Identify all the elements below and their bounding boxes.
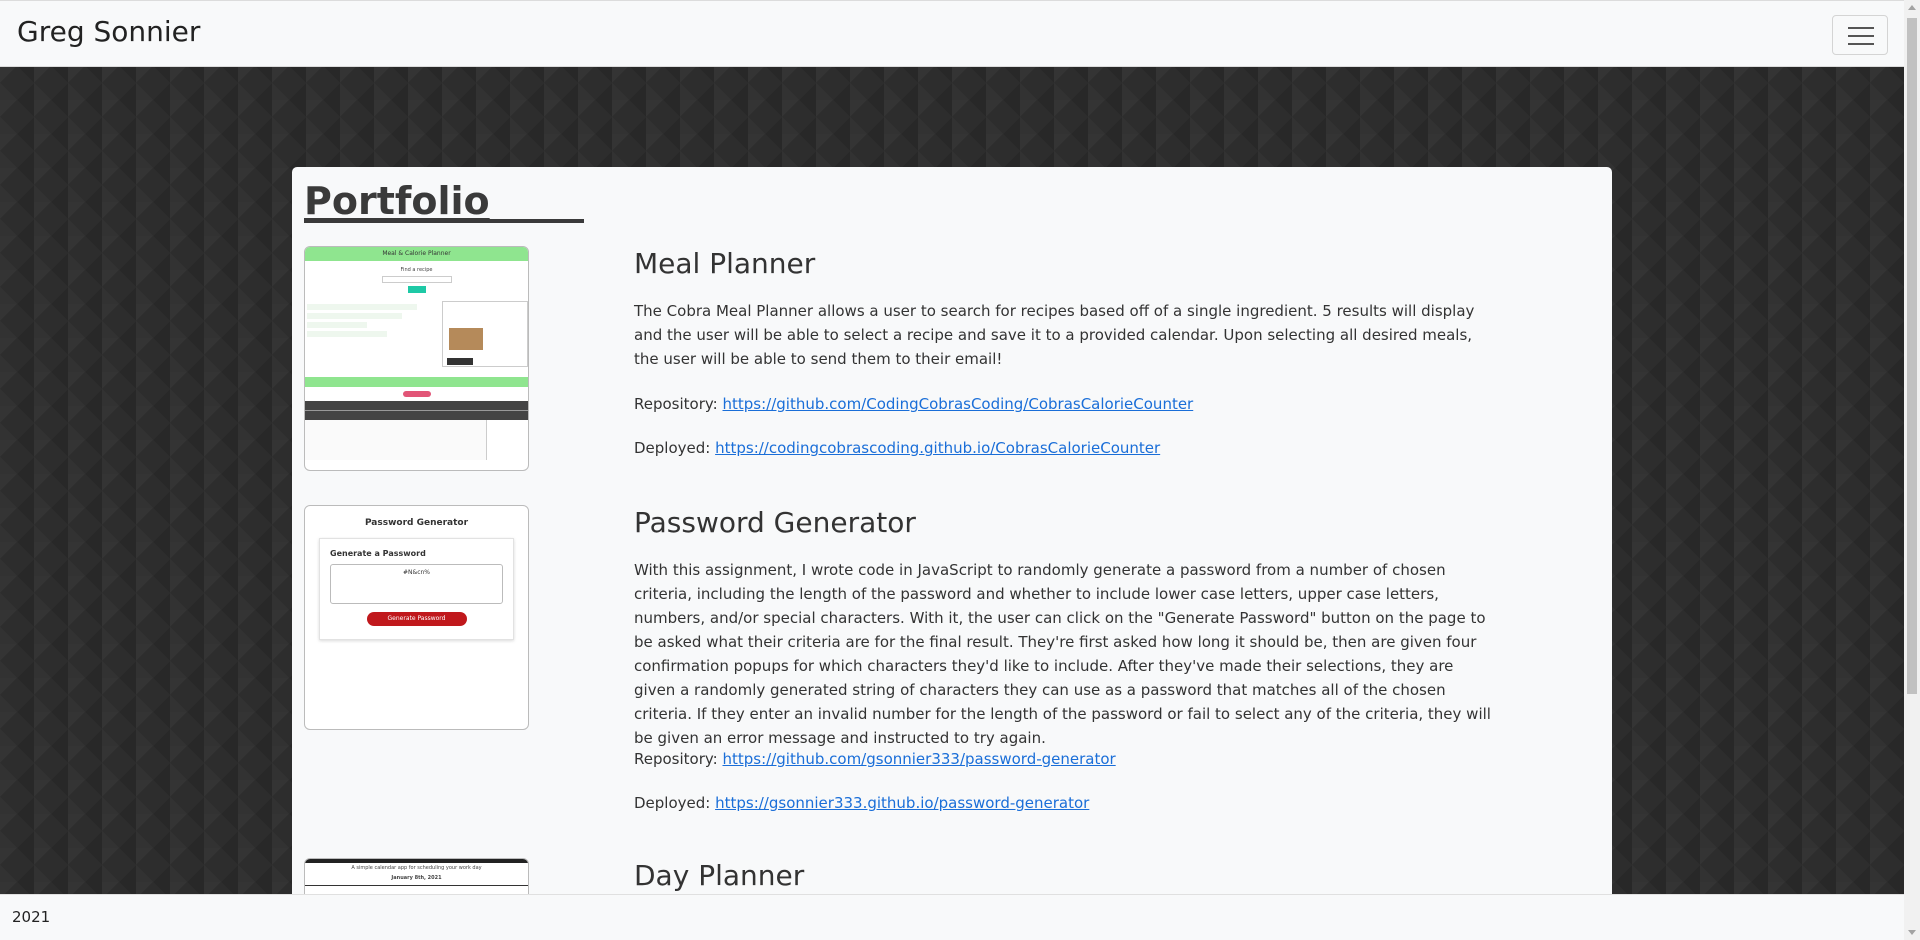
hamburger-icon-line: [1848, 43, 1874, 45]
project-title: Password Generator: [634, 506, 916, 539]
project-description: The Cobra Meal Planner allows a user to …: [634, 302, 1475, 368]
navbar: Greg Sonnier: [0, 0, 1904, 67]
portfolio-card: Portfolio Meal & Calorie Planner Find a …: [292, 167, 1612, 894]
page-scrollbar[interactable]: [1904, 0, 1920, 940]
deployed-link[interactable]: https://codingcobrascoding.github.io/Cob…: [715, 439, 1160, 457]
password-generator-thumbnail[interactable]: Password Generator Generate a Password #…: [304, 505, 529, 730]
project-title: Meal Planner: [634, 247, 816, 280]
project-title: Day Planner: [634, 859, 805, 892]
page-title: Portfolio: [304, 179, 490, 223]
scroll-down-icon[interactable]: [1908, 930, 1916, 935]
hamburger-icon: [1848, 27, 1874, 29]
scroll-up-icon[interactable]: [1908, 5, 1916, 10]
scrollbar-thumb[interactable]: [1907, 18, 1917, 694]
menu-toggle-button[interactable]: [1832, 15, 1888, 55]
deployed-line: Deployed: https://gsonnier333.github.io/…: [634, 794, 1090, 812]
deployed-line: Deployed: https://codingcobrascoding.git…: [634, 439, 1161, 457]
repository-link[interactable]: https://github.com/CodingCobrasCoding/Co…: [723, 395, 1194, 413]
meal-planner-thumbnail[interactable]: Meal & Calorie Planner Find a recipe: [304, 246, 529, 471]
repository-link[interactable]: https://github.com/gsonnier333/password-…: [723, 750, 1116, 768]
repository-line: Repository: https://github.com/gsonnier3…: [634, 750, 1116, 768]
title-underline: [304, 219, 584, 223]
hamburger-icon-line: [1848, 35, 1874, 37]
footer: 2021: [0, 894, 1904, 940]
repository-line: Repository: https://github.com/CodingCob…: [634, 395, 1194, 413]
project-description: With this assignment, I wrote code in Ja…: [634, 561, 1491, 747]
footer-year: 2021: [12, 908, 51, 926]
brand-name[interactable]: Greg Sonnier: [17, 15, 200, 48]
deployed-link[interactable]: https://gsonnier333.github.io/password-g…: [715, 794, 1089, 812]
thumbnail-header: Meal & Calorie Planner: [305, 247, 528, 261]
day-planner-thumbnail[interactable]: A simple calendar app for scheduling you…: [304, 858, 529, 894]
